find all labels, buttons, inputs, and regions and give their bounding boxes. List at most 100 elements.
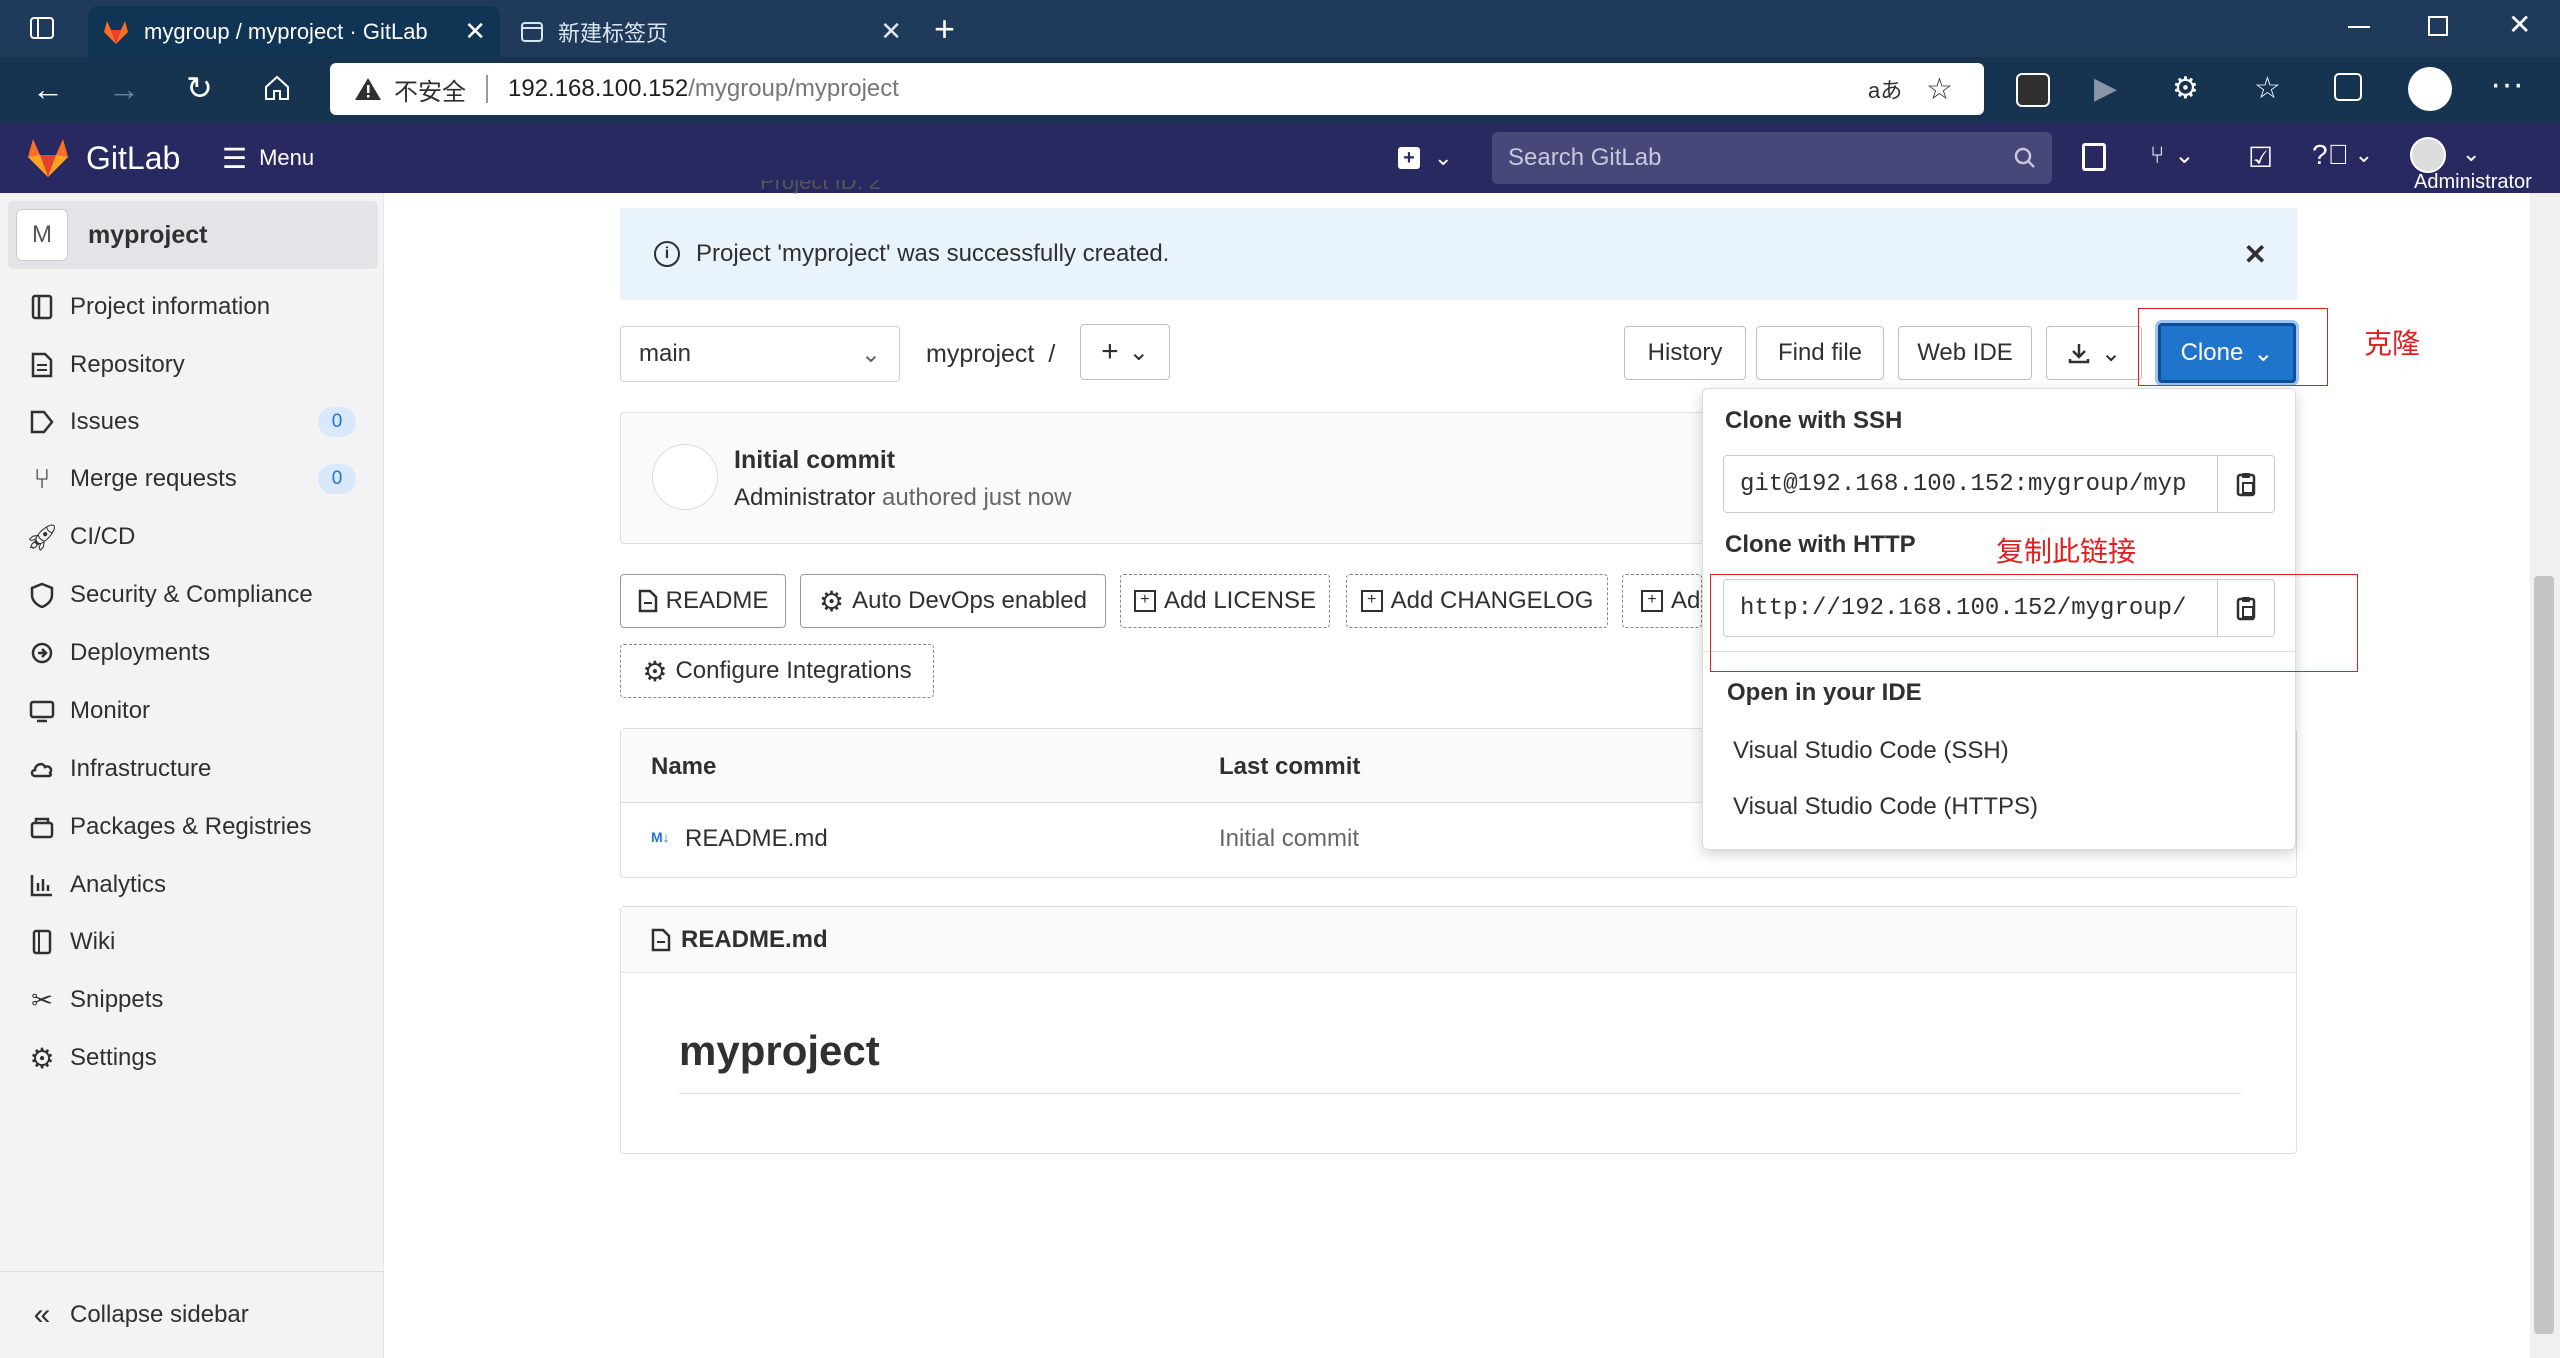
sidebar-item-analytics[interactable]: Analytics — [28, 865, 166, 905]
sidebar-item-security[interactable]: Security & Compliance — [28, 575, 313, 615]
double-chevron-left-icon: « — [33, 1298, 51, 1331]
collections-icon[interactable] — [2334, 73, 2362, 101]
configure-integrations-label: Configure Integrations — [675, 657, 912, 684]
vscode-https-option[interactable]: Visual Studio Code (HTTPS) — [1733, 793, 2038, 821]
project-avatar: M — [16, 209, 68, 261]
configure-integrations-button[interactable]: ⚙ Configure Integrations — [620, 644, 934, 698]
sidebar-item-infrastructure[interactable]: Infrastructure — [28, 749, 211, 789]
sidebar-item-monitor[interactable]: Monitor — [28, 691, 150, 731]
todo-icon[interactable]: ☑ — [2248, 141, 2273, 174]
history-button[interactable]: History — [1624, 326, 1746, 380]
sidebar-divider — [0, 1271, 384, 1272]
scissors-icon: ✂ — [31, 984, 53, 1015]
maximize-icon[interactable] — [2428, 16, 2448, 36]
file-name[interactable]: README.md — [685, 825, 828, 853]
close-window-icon[interactable]: ✕ — [2508, 8, 2531, 41]
sidebar-item-repository[interactable]: Repository — [28, 345, 185, 385]
column-header-last-commit: Last commit — [1219, 753, 1361, 780]
chevron-down-icon[interactable]: ⌄ — [2462, 141, 2480, 167]
add-favorite-icon[interactable]: ☆ — [1926, 72, 1953, 107]
issues-nav-icon[interactable] — [2082, 143, 2106, 171]
sidebar-item-snippets[interactable]: ✂ Snippets — [28, 980, 163, 1020]
readme-button[interactable]: README — [620, 574, 786, 628]
monitor-icon — [28, 697, 56, 725]
rocket-icon: 🚀︎ — [25, 521, 59, 552]
sidebar-item-settings[interactable]: ⚙ Settings — [28, 1038, 156, 1078]
new-dropdown[interactable]: + ⌄ — [1398, 141, 1452, 175]
gitlab-home-link[interactable]: GitLab — [26, 135, 180, 181]
menu-label: Menu — [259, 145, 315, 170]
web-ide-button[interactable]: Web IDE — [1898, 326, 2032, 380]
shield-icon — [28, 581, 56, 609]
copy-link-annotation-text: 复制此链接 — [1996, 536, 2137, 567]
user-avatar[interactable] — [2410, 137, 2446, 173]
menu-button[interactable]: ☰ Menu — [222, 141, 314, 175]
profile-avatar-icon[interactable] — [2408, 67, 2452, 111]
favorites-icon[interactable]: ☆ — [2254, 71, 2281, 106]
readme-filename[interactable]: README.md — [681, 926, 828, 954]
add-more-button[interactable]: + Ad — [1622, 574, 1702, 628]
refresh-icon[interactable]: ↻ — [186, 69, 213, 107]
tab-actions-icon[interactable] — [28, 14, 56, 42]
clone-ssh-url-field[interactable]: git@192.168.100.152:mygroup/myp — [1724, 471, 2217, 498]
warning-icon[interactable] — [354, 76, 382, 102]
forward-icon[interactable]: → — [108, 71, 140, 108]
more-icon[interactable]: ··· — [2490, 65, 2524, 104]
add-more-label: Ad — [1671, 587, 1701, 614]
home-icon[interactable] — [262, 73, 292, 103]
play-icon[interactable]: ▶ — [2094, 71, 2117, 106]
clipboard-icon — [2235, 471, 2257, 497]
sidebar-item-label: Deployments — [70, 639, 211, 666]
search-input[interactable]: Search GitLab — [1492, 132, 2052, 184]
sidebar-item-wiki[interactable]: Wiki — [28, 922, 115, 962]
deployments-icon — [28, 639, 56, 667]
gitlab-navbar: GitLab ☰ Menu + ⌄ Search GitLab ⑂ ⌄ ☑ ?⃝ ⌄… — [0, 123, 2560, 193]
download-dropdown[interactable]: ⌄ — [2046, 326, 2142, 380]
find-file-button[interactable]: Find file — [1756, 326, 1884, 380]
file-last-commit[interactable]: Initial commit — [1219, 825, 1359, 853]
merge-requests-nav[interactable]: ⑂ ⌄ — [2150, 141, 2195, 170]
help-dropdown[interactable]: ?⃝ ⌄ — [2312, 139, 2373, 171]
new-tab-icon[interactable]: + — [934, 8, 955, 50]
sidebar-item-project-information[interactable]: Project information — [28, 287, 270, 327]
vscode-ssh-option[interactable]: Visual Studio Code (SSH) — [1733, 737, 2009, 765]
sidebar-project-header[interactable]: M myproject — [8, 201, 378, 269]
clone-ssh-group: git@192.168.100.152:mygroup/myp — [1723, 455, 2275, 513]
auto-devops-button[interactable]: ⚙ Auto DevOps enabled — [800, 574, 1106, 628]
copy-ssh-button[interactable] — [2216, 456, 2274, 512]
branch-selector[interactable]: main ⌄ — [620, 326, 900, 382]
close-alert-icon[interactable]: ✕ — [2244, 238, 2267, 271]
plus-square-icon: + — [1641, 590, 1663, 612]
sidebar-item-cicd[interactable]: 🚀︎ CI/CD — [25, 517, 136, 557]
gear-icon: ⚙ — [642, 655, 668, 687]
copy-link-annotation-box — [1710, 574, 2358, 672]
add-to-tree-dropdown[interactable]: + ⌄ — [1080, 324, 1170, 380]
close-tab-icon[interactable]: ✕ — [464, 16, 486, 47]
back-icon[interactable]: ← — [32, 71, 64, 108]
doc-icon — [28, 351, 56, 379]
search-icon — [2014, 147, 2036, 169]
sidebar-item-merge-requests[interactable]: ⑂ Merge requests 0 — [28, 459, 368, 499]
sidebar-item-packages[interactable]: Packages & Registries — [28, 807, 311, 847]
security-label: 不安全 — [394, 78, 466, 106]
close-tab-icon[interactable]: ✕ — [880, 16, 902, 47]
commit-title[interactable]: Initial commit — [734, 446, 895, 475]
extensions-icon[interactable]: ⚙ — [2172, 71, 2199, 106]
commit-author-avatar[interactable] — [652, 444, 718, 510]
page-scrollbar-thumb[interactable] — [2534, 576, 2554, 1334]
sidebar-item-deployments[interactable]: Deployments — [28, 633, 210, 673]
collapse-sidebar-button[interactable]: « Collapse sidebar — [28, 1295, 249, 1335]
breadcrumb-project[interactable]: myproject — [926, 340, 1034, 369]
tab-gitlab[interactable]: mygroup / myproject · GitLab ✕ — [88, 6, 500, 57]
read-aloud-icon[interactable]: aあ — [1868, 73, 1902, 105]
commit-author[interactable]: Administrator — [734, 484, 875, 511]
add-changelog-button[interactable]: + Add CHANGELOG — [1346, 574, 1608, 628]
add-license-button[interactable]: + Add LICENSE — [1120, 574, 1330, 628]
issues-icon — [28, 408, 56, 436]
url-bar[interactable]: 不安全 192.168.100.152 /mygroup/myproject a… — [330, 63, 1984, 115]
minimize-icon[interactable] — [2348, 26, 2370, 28]
extension-icon[interactable] — [2016, 73, 2050, 107]
sidebar-item-issues[interactable]: Issues 0 — [28, 402, 368, 442]
tab-new[interactable]: 新建标签页 ✕ — [506, 6, 918, 57]
add-changelog-label: Add CHANGELOG — [1390, 587, 1594, 614]
